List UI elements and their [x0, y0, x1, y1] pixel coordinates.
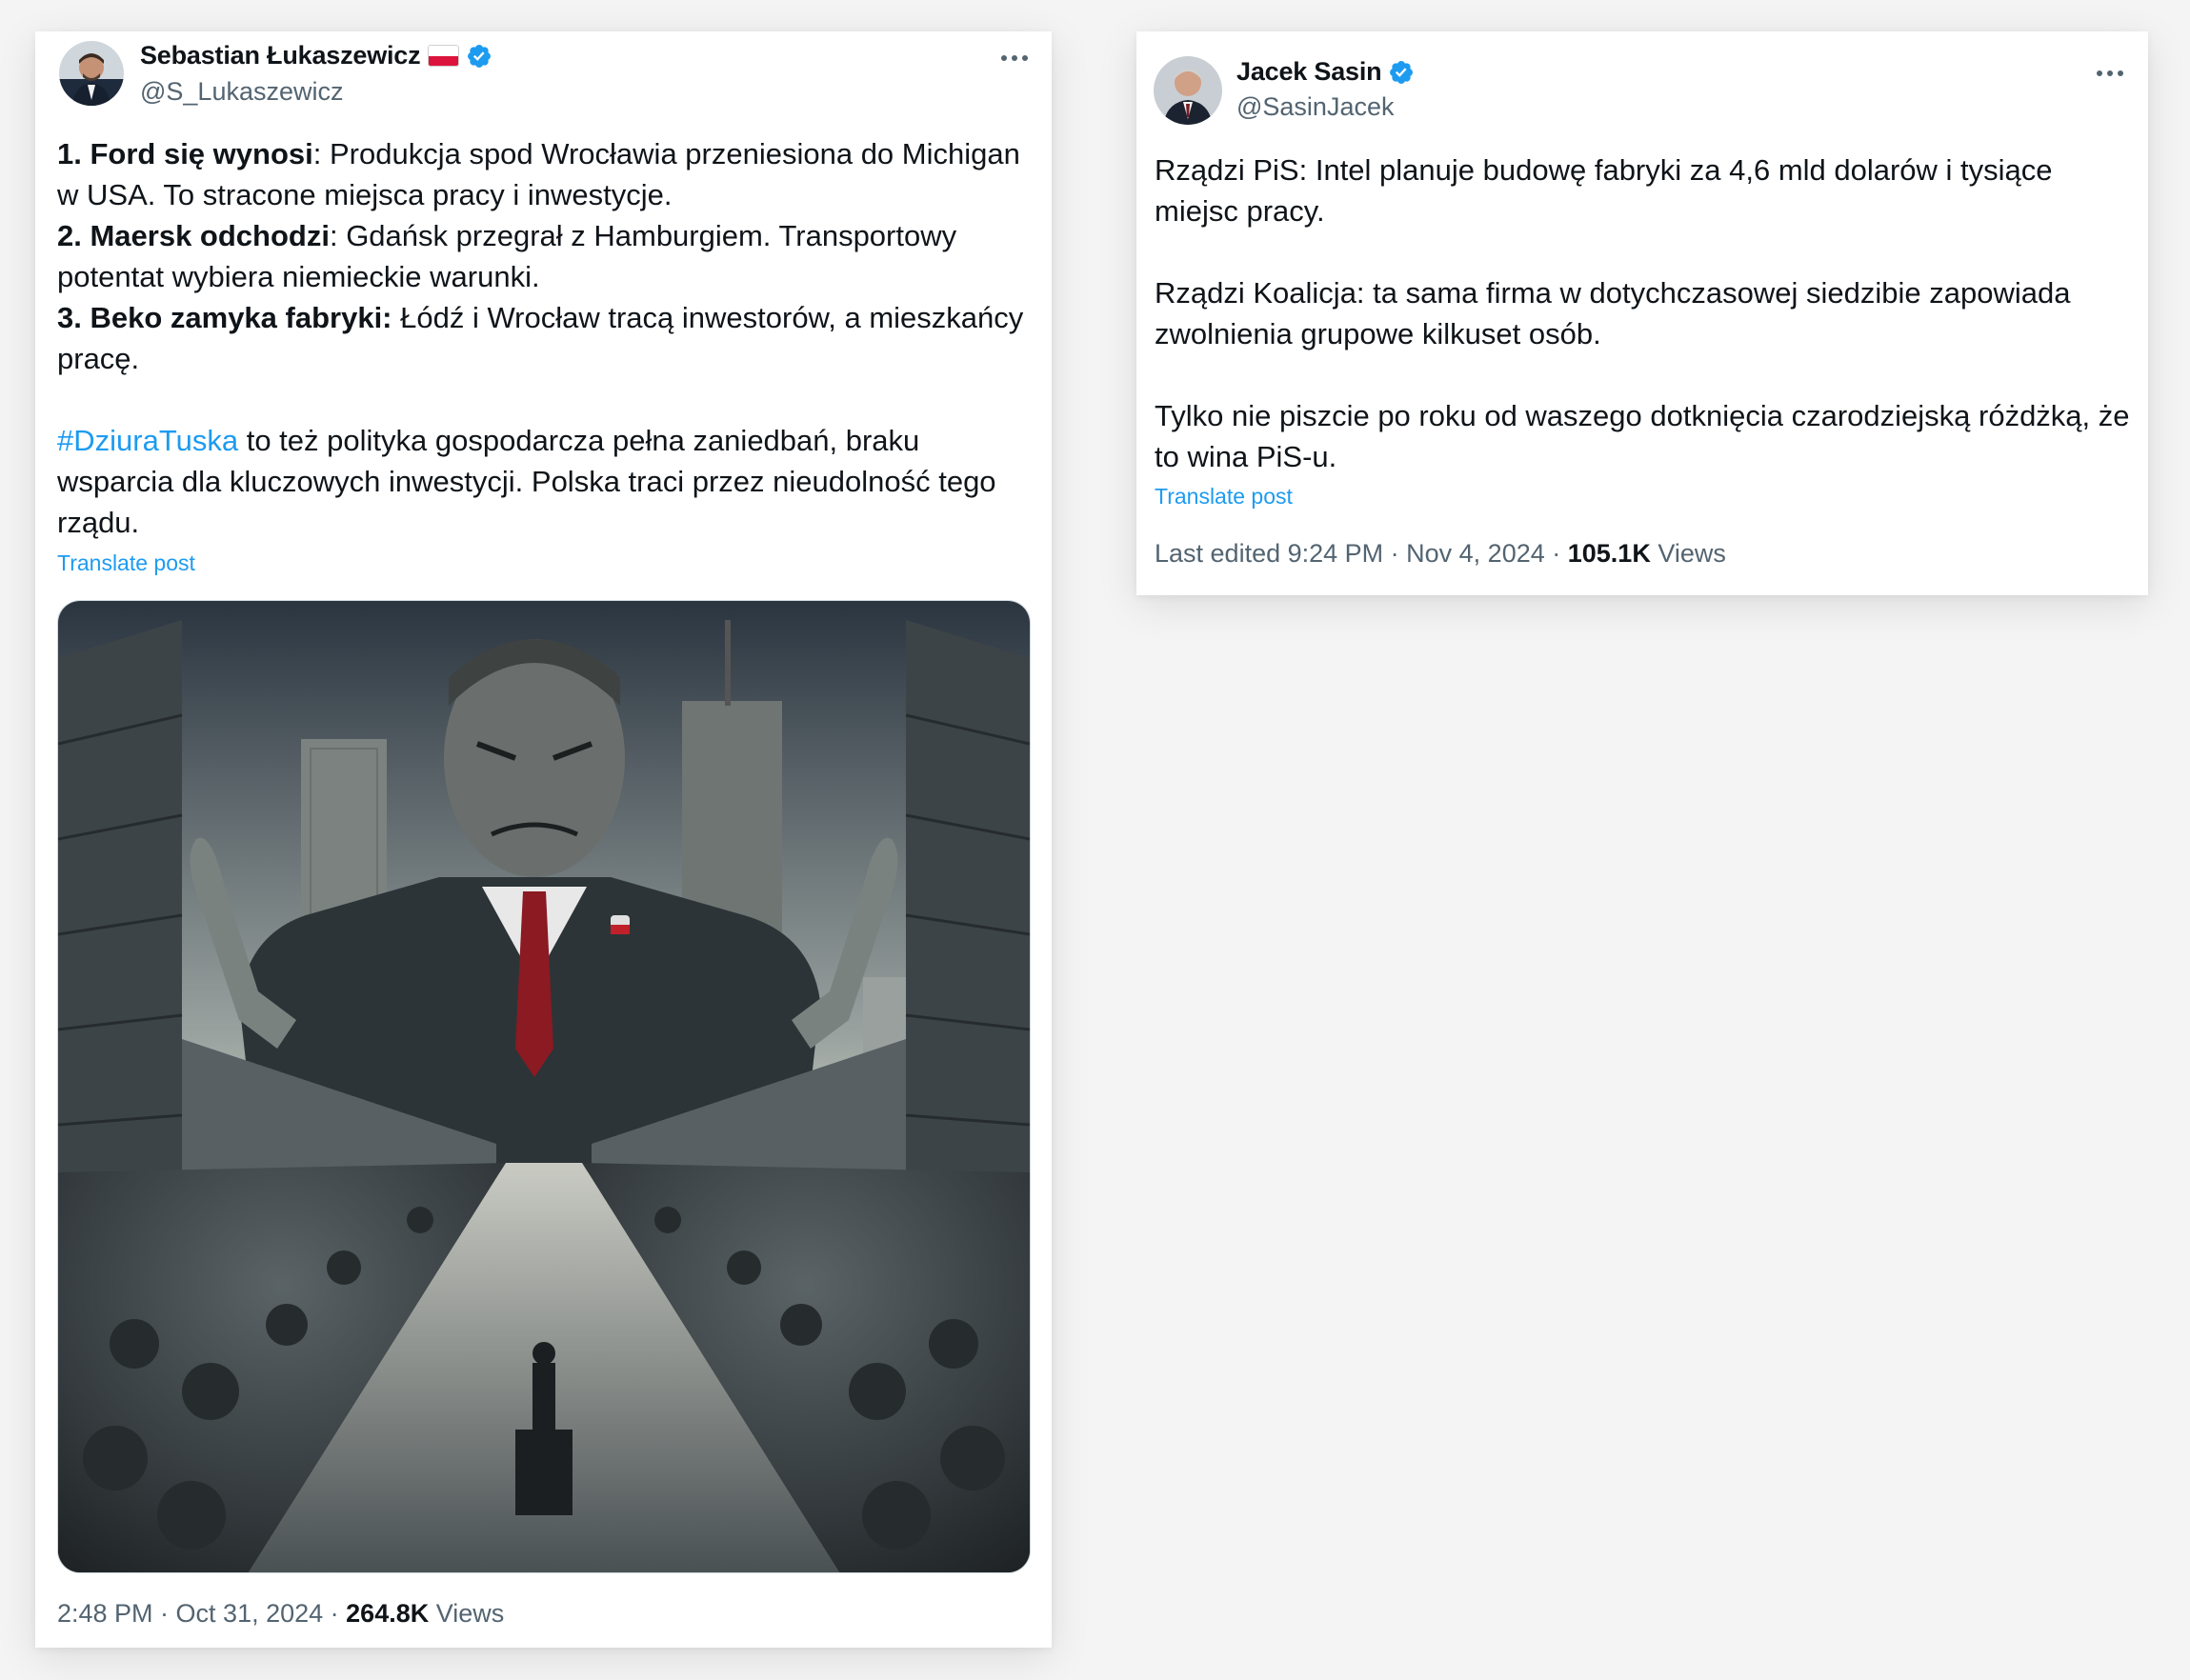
tweet-text: 1. Ford się wynosi: Produkcja spod Wrocł… [57, 133, 1038, 543]
avatar[interactable] [59, 41, 124, 106]
translate-post-link[interactable]: Translate post [1155, 484, 1293, 510]
translate-post-link[interactable]: Translate post [57, 550, 195, 576]
hashtag-paragraph: #DziuraTuska to też polityka gospodarcza… [57, 424, 996, 539]
author-handle[interactable]: @S_Lukaszewicz [140, 77, 344, 107]
tweet-text: Rządzi PiS: Intel planuje budowę fabryki… [1155, 150, 2131, 477]
verified-badge-icon [466, 43, 492, 70]
verified-badge-icon [1388, 59, 1415, 86]
paragraph: Rządzi Koalicja: ta sama firma w dotychc… [1155, 276, 2071, 350]
views-label: Views [1650, 539, 1726, 568]
avatar[interactable] [1154, 56, 1222, 125]
list-item: 3. Beko zamyka fabryki: Łódź i Wrocław t… [57, 301, 1024, 375]
author-name-row: Sebastian Łukaszewicz [140, 41, 492, 70]
more-options-icon[interactable] [995, 47, 1034, 70]
tweet-card-sasin: Jacek Sasin @SasinJacek Rządzi PiS: Inte… [1136, 31, 2148, 595]
timestamp[interactable]: Last edited 9:24 PM · Nov 4, 2024 · [1155, 539, 1568, 568]
author-name-row: Jacek Sasin [1236, 57, 1415, 87]
paragraph: Rządzi PiS: Intel planuje budowę fabryki… [1155, 153, 2053, 228]
poland-flag-icon [428, 45, 460, 67]
author-handle[interactable]: @SasinJacek [1236, 92, 1394, 122]
tweet-meta: 2:48 PM · Oct 31, 2024 · 264.8K Views [57, 1599, 504, 1629]
illustration [58, 601, 1030, 1572]
views-count: 264.8K [346, 1599, 430, 1628]
timestamp[interactable]: 2:48 PM · Oct 31, 2024 · [57, 1599, 346, 1628]
views-label: Views [429, 1599, 505, 1628]
tweet-image[interactable] [57, 600, 1031, 1573]
paragraph: Tylko nie piszcie po roku od waszego dot… [1155, 399, 2130, 473]
more-options-icon[interactable] [2091, 62, 2129, 85]
author-name[interactable]: Sebastian Łukaszewicz [140, 41, 421, 70]
author-name[interactable]: Jacek Sasin [1236, 57, 1382, 87]
hashtag-link[interactable]: #DziuraTuska [57, 424, 238, 457]
tweet-card-lukaszewicz: Sebastian Łukaszewicz @S_Lukaszewicz 1. … [35, 31, 1052, 1648]
views-count: 105.1K [1567, 539, 1651, 568]
list-item: 2. Maersk odchodzi: Gdańsk przegrał z Ha… [57, 219, 957, 293]
tweet-meta: Last edited 9:24 PM · Nov 4, 2024 · 105.… [1155, 539, 1726, 569]
list-item: 1. Ford się wynosi: Produkcja spod Wrocł… [57, 137, 1020, 211]
